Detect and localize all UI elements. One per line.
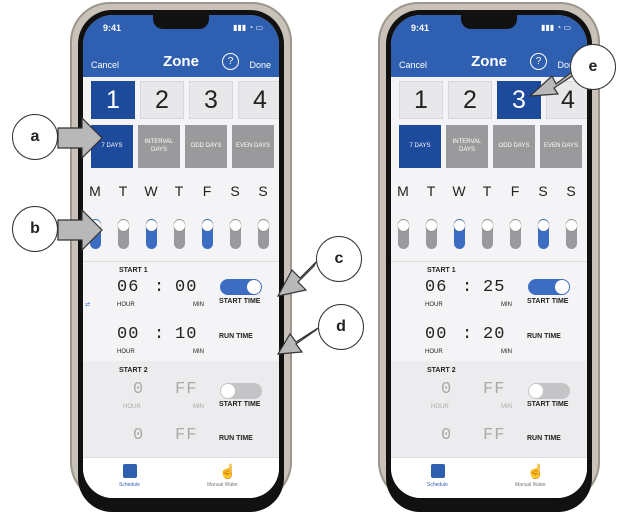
arrow-c [276,261,317,297]
arrow-b [57,208,103,252]
callout-c: c [316,236,362,282]
callout-d: d [318,304,364,350]
callout-b: b [12,206,58,252]
arrow-e [528,70,573,97]
callout-e: e [570,44,616,90]
arrow-d [276,327,319,355]
arrow-a [57,116,103,160]
callout-a: a [12,114,58,160]
callout-arrows [57,70,573,355]
